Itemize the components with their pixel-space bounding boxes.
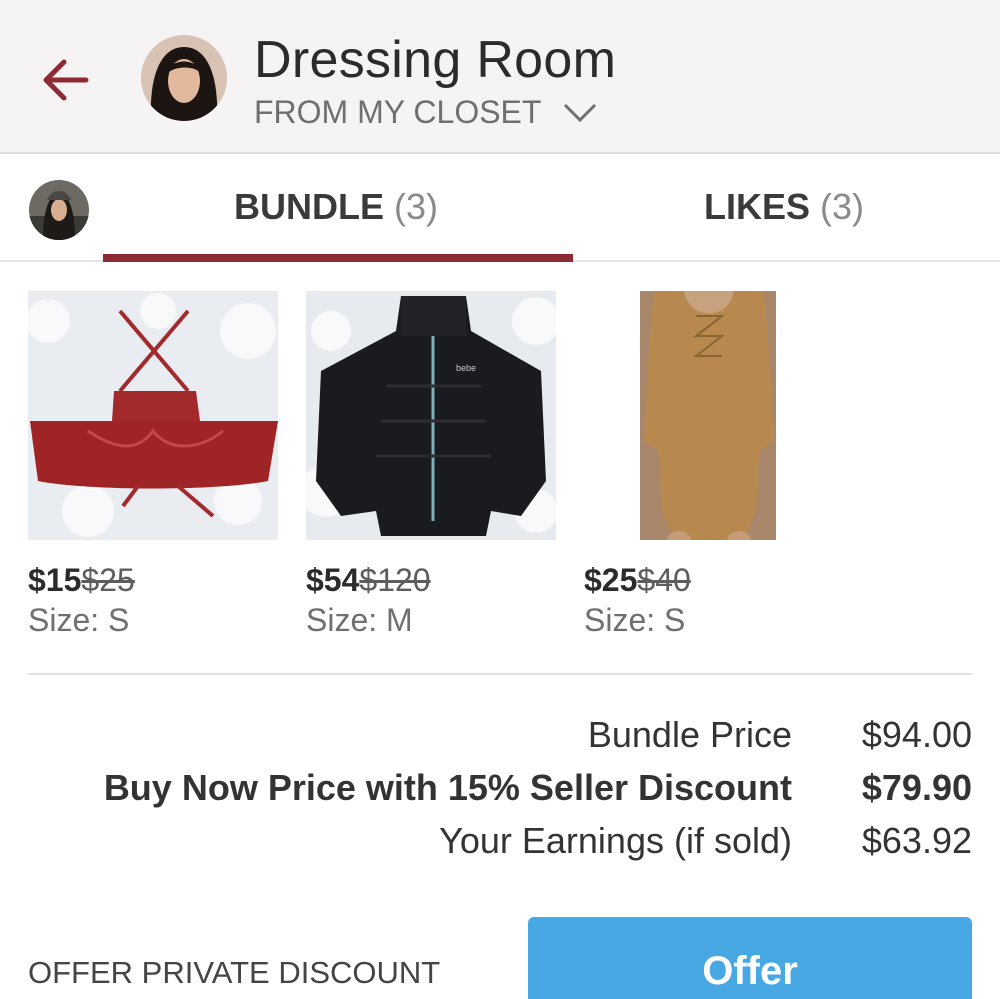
active-tab-indicator: [103, 254, 573, 262]
item-price: $54$120: [306, 562, 556, 598]
item-price: $15$25: [28, 562, 278, 598]
earnings-row: Your Earnings (if sold) $63.92: [104, 814, 972, 867]
item-price-original: $40: [637, 562, 691, 598]
item-price-current: $25: [584, 562, 638, 598]
item-image: [584, 291, 834, 540]
bundle-item[interactable]: $25$40 Size: S: [584, 291, 834, 639]
svg-text:bebe: bebe: [456, 363, 476, 373]
tab-likes-label: LIKES: [704, 186, 811, 227]
item-size: Size: S: [28, 602, 130, 638]
app-header: Dressing Room FROM MY CLOSET: [0, 0, 1000, 154]
tab-bar: BUNDLE (3) LIKES (3): [0, 156, 1000, 262]
offer-button[interactable]: Offer: [528, 917, 972, 999]
buy-now-price-value: $79.90: [861, 767, 972, 808]
tab-likes[interactable]: LIKES (3): [704, 186, 864, 228]
page-title: Dressing Room: [254, 31, 617, 89]
offer-private-discount-link[interactable]: OFFER PRIVATE DISCOUNT: [28, 955, 440, 991]
closet-selector[interactable]: FROM MY CLOSET: [254, 94, 597, 131]
bundle-item[interactable]: bebe $54$120 Size: M: [306, 291, 556, 639]
back-arrow-icon: [43, 59, 89, 101]
item-price-original: $25: [81, 562, 135, 598]
tab-bundle-label: BUNDLE: [234, 186, 384, 227]
back-button[interactable]: [30, 45, 100, 115]
item-size: Size: S: [584, 602, 686, 638]
item-price: $25$40: [584, 562, 834, 598]
chevron-down-icon: [564, 103, 597, 122]
price-summary: Bundle Price $94.00 Buy Now Price with 1…: [104, 708, 972, 867]
avatar[interactable]: [141, 35, 227, 121]
earnings-value: $63.92: [861, 820, 972, 861]
buyer-avatar[interactable]: [29, 180, 89, 240]
bundle-item[interactable]: $15$25 Size: S: [28, 291, 278, 639]
buy-now-price-row: Buy Now Price with 15% Seller Discount $…: [104, 761, 972, 814]
bundle-price-row: Bundle Price $94.00: [104, 708, 972, 761]
item-image: [28, 291, 278, 540]
item-price-current: $15: [28, 562, 82, 598]
tab-bundle[interactable]: BUNDLE (3): [234, 186, 438, 228]
tab-bundle-count: (3): [394, 186, 439, 227]
divider: [28, 673, 972, 675]
item-size: Size: M: [306, 602, 413, 638]
item-price-original: $120: [359, 562, 431, 598]
item-price-current: $54: [306, 562, 360, 598]
item-image: bebe: [306, 291, 556, 540]
tab-likes-count: (3): [820, 186, 865, 227]
earnings-label: Your Earnings (if sold): [439, 820, 792, 861]
closet-selector-label: FROM MY CLOSET: [254, 94, 542, 130]
bundle-price-label: Bundle Price: [587, 714, 792, 755]
bundle-price-value: $94.00: [861, 714, 972, 755]
buy-now-price-label: Buy Now Price with 15% Seller Discount: [103, 767, 792, 808]
